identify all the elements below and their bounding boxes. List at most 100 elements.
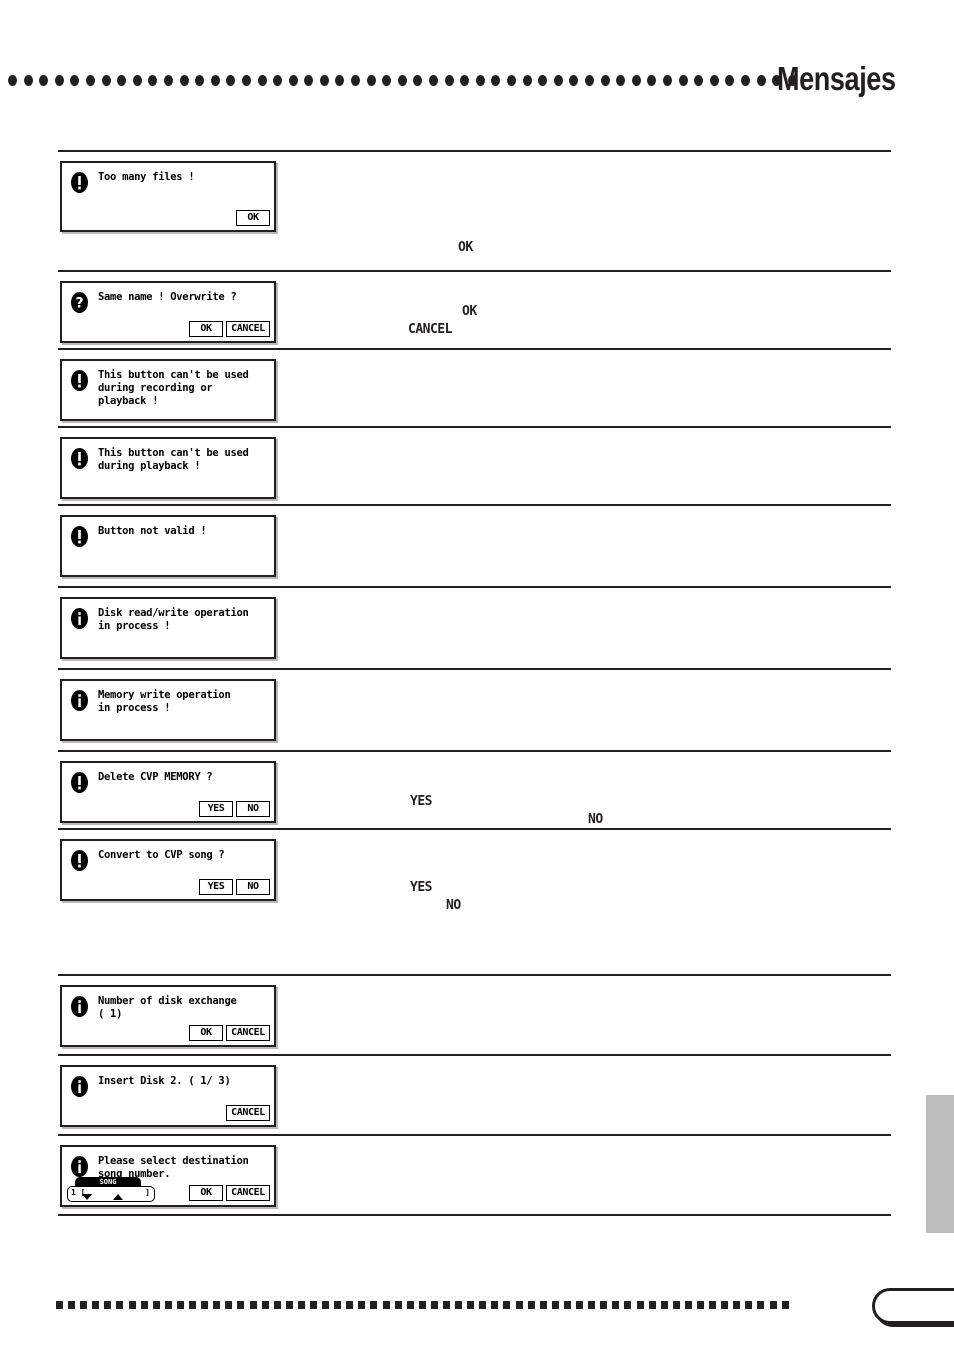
alert-icon xyxy=(71,448,88,469)
info-icon xyxy=(71,1156,88,1177)
message-row: Memory write operation in process ! xyxy=(58,668,891,750)
lcd-button-ok[interactable]: OK xyxy=(236,210,270,226)
message-row: Delete CVP MEMORY ? YES NO YES NO xyxy=(58,750,891,828)
dot xyxy=(467,1301,475,1309)
dot xyxy=(148,75,158,86)
lcd-dialog-disk-read-write: Disk read/write operation in process ! xyxy=(60,597,276,659)
dot xyxy=(288,75,298,86)
dot xyxy=(297,1301,305,1309)
dot xyxy=(684,1301,692,1309)
lcd-body: ? Same name ! Overwrite ? OK CANCEL xyxy=(62,283,274,341)
message-row: Please select destination song number. SO… xyxy=(58,1134,891,1214)
dot xyxy=(285,1301,293,1309)
dot xyxy=(152,1301,160,1309)
question-icon: ? xyxy=(71,292,88,313)
alert-icon xyxy=(71,526,88,547)
lcd-body: Number of disk exchange ( 1) OK CANCEL xyxy=(62,987,274,1045)
dot xyxy=(406,1301,414,1309)
dot xyxy=(117,75,127,86)
dot xyxy=(370,1301,378,1309)
dot xyxy=(678,75,688,86)
lcd-button-cancel[interactable]: CANCEL xyxy=(226,1105,270,1121)
dot xyxy=(241,75,251,86)
section-divider xyxy=(58,1214,891,1216)
dot xyxy=(522,75,532,86)
dot xyxy=(781,1301,789,1309)
dot xyxy=(319,75,329,86)
dot xyxy=(647,75,657,86)
dot xyxy=(725,75,735,86)
dot xyxy=(382,1301,390,1309)
dot xyxy=(351,75,361,86)
dot xyxy=(491,1301,499,1309)
dot xyxy=(70,75,80,86)
lcd-message-text: This button can't be used during playbac… xyxy=(98,447,249,472)
lcd-button-yes[interactable]: YES xyxy=(199,879,233,895)
section-margin-tab xyxy=(926,1095,954,1233)
lcd-dialog-button-not-valid: Button not valid ! xyxy=(60,515,276,577)
dot xyxy=(444,75,454,86)
dot xyxy=(662,75,672,86)
dot xyxy=(569,75,579,86)
dot xyxy=(101,75,111,86)
dot xyxy=(176,1301,184,1309)
dot xyxy=(189,1301,197,1309)
message-row: Insert Disk 2. ( 1/ 3) CANCEL xyxy=(58,1054,891,1134)
song-selector-box[interactable]: 1 [] xyxy=(67,1186,155,1202)
lcd-body: Memory write operation in process ! xyxy=(62,681,274,739)
dot xyxy=(507,75,516,86)
dot xyxy=(600,75,610,86)
lcd-body: Insert Disk 2. ( 1/ 3) CANCEL xyxy=(62,1067,274,1125)
chevron-down-icon[interactable] xyxy=(82,1194,92,1200)
lcd-button-ok[interactable]: OK xyxy=(189,1185,223,1201)
lcd-button-cancel[interactable]: CANCEL xyxy=(226,1185,270,1201)
lcd-button-group: OK CANCEL xyxy=(189,1025,270,1041)
dot xyxy=(696,1301,704,1309)
dot xyxy=(213,1301,221,1309)
message-row: ? Same name ! Overwrite ? OK CANCEL OK CANCEL xyxy=(58,270,891,348)
lcd-dialog-insert-disk: Insert Disk 2. ( 1/ 3) CANCEL xyxy=(60,1065,276,1127)
dot xyxy=(309,1301,317,1309)
dot xyxy=(460,75,470,86)
dot xyxy=(261,1301,269,1309)
header-dot-rule xyxy=(8,75,798,87)
dot xyxy=(709,75,719,86)
dot xyxy=(616,75,626,86)
lcd-dialog-button-recording-playback: This button can't be used during recordi… xyxy=(60,359,276,421)
dot xyxy=(346,1301,354,1309)
lcd-dialog-select-destination-song: Please select destination song number. SO… xyxy=(60,1145,276,1207)
lcd-button-ok[interactable]: OK xyxy=(189,1025,223,1041)
lcd-dialog-memory-write: Memory write operation in process ! xyxy=(60,679,276,741)
song-number-selector[interactable]: SONG 1 [] xyxy=(67,1177,155,1202)
message-row: Number of disk exchange ( 1) OK CANCEL xyxy=(58,974,891,1054)
footer-dot-rule xyxy=(56,1301,796,1310)
dot xyxy=(648,1301,656,1309)
page-number-box xyxy=(872,1288,954,1324)
dot xyxy=(273,1301,281,1309)
page-title: Mensajes xyxy=(777,60,896,97)
dot xyxy=(769,1301,777,1309)
dot xyxy=(163,75,173,86)
dot xyxy=(273,75,283,86)
inline-key-label-yes: YES xyxy=(410,880,432,895)
dot xyxy=(418,1301,426,1309)
lcd-button-cancel[interactable]: CANCEL xyxy=(226,1025,270,1041)
message-row: Disk read/write operation in process ! xyxy=(58,586,891,668)
lcd-button-cancel[interactable]: CANCEL xyxy=(226,321,270,337)
lcd-button-ok[interactable]: OK xyxy=(189,321,223,337)
lcd-body: Too many files ! OK xyxy=(62,163,274,230)
lcd-button-yes[interactable]: YES xyxy=(199,801,233,817)
dot xyxy=(624,1301,632,1309)
lcd-message-text: Convert to CVP song ? xyxy=(98,849,225,861)
dot xyxy=(68,1301,76,1309)
chevron-up-icon[interactable] xyxy=(113,1194,123,1200)
dot xyxy=(551,1301,559,1309)
dot xyxy=(394,1301,402,1309)
dot xyxy=(322,1301,330,1309)
lcd-body: Delete CVP MEMORY ? YES NO xyxy=(62,763,274,821)
lcd-button-no[interactable]: NO xyxy=(236,801,270,817)
lcd-button-group: YES NO xyxy=(199,801,270,817)
dot xyxy=(382,75,392,86)
lcd-button-no[interactable]: NO xyxy=(236,879,270,895)
lcd-button-group: CANCEL xyxy=(226,1105,270,1121)
